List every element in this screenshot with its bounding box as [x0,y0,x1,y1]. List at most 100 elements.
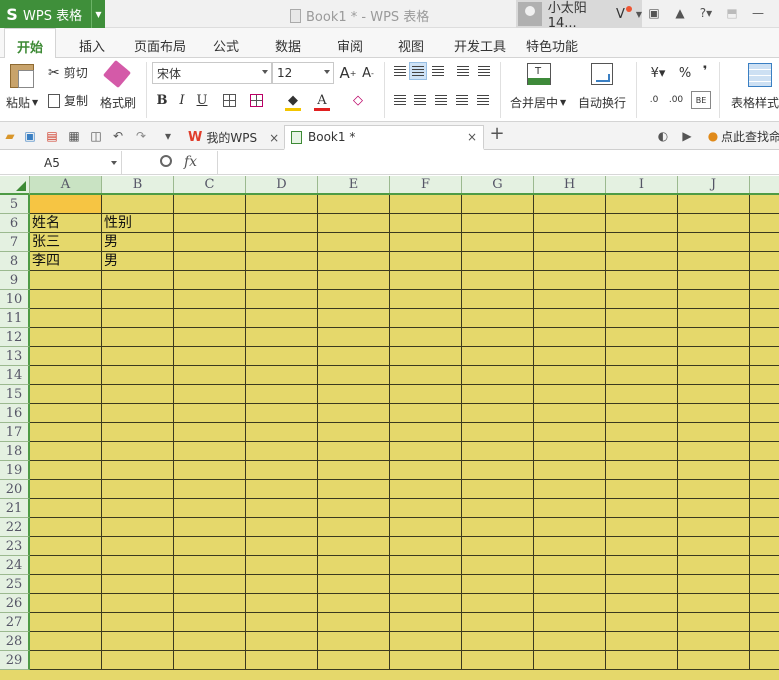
row-header[interactable]: 13 [0,347,30,366]
cell[interactable] [246,366,318,385]
cell[interactable] [678,404,750,423]
column-header-e[interactable]: E [318,176,390,193]
cell[interactable] [606,632,678,651]
cell[interactable] [678,214,750,233]
export-pdf-icon[interactable]: ▤ [44,128,60,144]
cell[interactable] [750,480,779,499]
tab-my-wps[interactable]: W 我的WPS × [182,125,282,150]
cell[interactable] [678,537,750,556]
row-header[interactable]: 27 [0,613,30,632]
cell[interactable] [750,556,779,575]
gift-icon[interactable]: ▣ [645,4,663,22]
command-search[interactable]: 点此查找命 [721,128,779,145]
cell[interactable] [174,214,246,233]
cell[interactable] [102,499,174,518]
decrease-indent-icon[interactable] [454,62,472,80]
cell[interactable] [534,385,606,404]
cell[interactable] [246,347,318,366]
cell[interactable] [534,632,606,651]
chevron-down-icon[interactable]: ▼ [91,0,105,28]
cell[interactable] [30,613,102,632]
cell[interactable] [318,556,390,575]
cell[interactable] [462,309,534,328]
cell[interactable] [30,290,102,309]
type-conversion-icon[interactable]: BE [691,91,711,109]
cell[interactable] [750,271,779,290]
cell[interactable] [318,404,390,423]
cell[interactable] [30,309,102,328]
cell[interactable] [318,309,390,328]
cell[interactable] [678,480,750,499]
cell[interactable] [102,366,174,385]
cell[interactable] [318,328,390,347]
cell[interactable] [174,594,246,613]
cell[interactable] [606,252,678,271]
row-header[interactable]: 20 [0,480,30,499]
column-header-f[interactable]: F [390,176,462,193]
merge-center-button[interactable]: 合并居中 ▼ [510,94,566,111]
cell[interactable] [462,252,534,271]
cell[interactable] [174,347,246,366]
cell[interactable] [750,632,779,651]
cell[interactable] [174,613,246,632]
cell[interactable] [750,404,779,423]
row-header[interactable]: 28 [0,632,30,651]
cell[interactable] [750,347,779,366]
cell[interactable] [606,480,678,499]
cell[interactable] [678,195,750,214]
cell[interactable] [390,252,462,271]
increase-indent-icon[interactable] [475,62,493,80]
name-box[interactable]: A5 [0,151,122,175]
cell[interactable] [246,575,318,594]
font-size-select[interactable]: 12 [272,62,334,84]
percent-button[interactable]: % [676,64,694,82]
cell[interactable] [606,328,678,347]
cell[interactable]: 李四 [30,252,102,271]
cell[interactable] [462,651,534,670]
cell[interactable] [246,290,318,309]
cell[interactable] [534,461,606,480]
column-header-b[interactable]: B [102,176,174,193]
cell[interactable]: 男 [102,252,174,271]
justify-icon[interactable] [453,91,471,109]
customize-toolbar-icon[interactable]: ▾ [160,128,176,144]
cell[interactable] [750,290,779,309]
merge-center-icon[interactable] [527,63,551,85]
cell[interactable] [606,309,678,328]
cell[interactable] [246,328,318,347]
cell[interactable] [174,195,246,214]
cell[interactable] [318,290,390,309]
minimize-icon[interactable]: — [749,4,767,22]
underline-button[interactable]: U [193,91,211,109]
cell[interactable] [30,442,102,461]
cell[interactable] [606,195,678,214]
cell[interactable] [246,195,318,214]
cell[interactable] [30,347,102,366]
cell[interactable] [174,461,246,480]
cell[interactable] [534,480,606,499]
cell[interactable] [462,423,534,442]
cell[interactable] [534,556,606,575]
cell[interactable] [606,366,678,385]
cell[interactable] [390,404,462,423]
cell[interactable] [750,613,779,632]
tab-book1[interactable]: Book1 * × [284,125,484,150]
cell[interactable] [678,271,750,290]
cell[interactable] [30,632,102,651]
row-header[interactable]: 8 [0,252,30,271]
cell[interactable] [534,366,606,385]
cell[interactable] [462,214,534,233]
cell[interactable] [30,556,102,575]
cell[interactable] [750,309,779,328]
cell[interactable] [318,594,390,613]
cell[interactable] [246,442,318,461]
cell[interactable] [174,632,246,651]
cell[interactable] [606,404,678,423]
cell[interactable] [534,271,606,290]
cell[interactable] [246,518,318,537]
cell[interactable] [750,385,779,404]
column-header-a[interactable]: A [30,176,102,193]
cell[interactable] [174,442,246,461]
cell[interactable] [102,480,174,499]
cell[interactable] [390,423,462,442]
